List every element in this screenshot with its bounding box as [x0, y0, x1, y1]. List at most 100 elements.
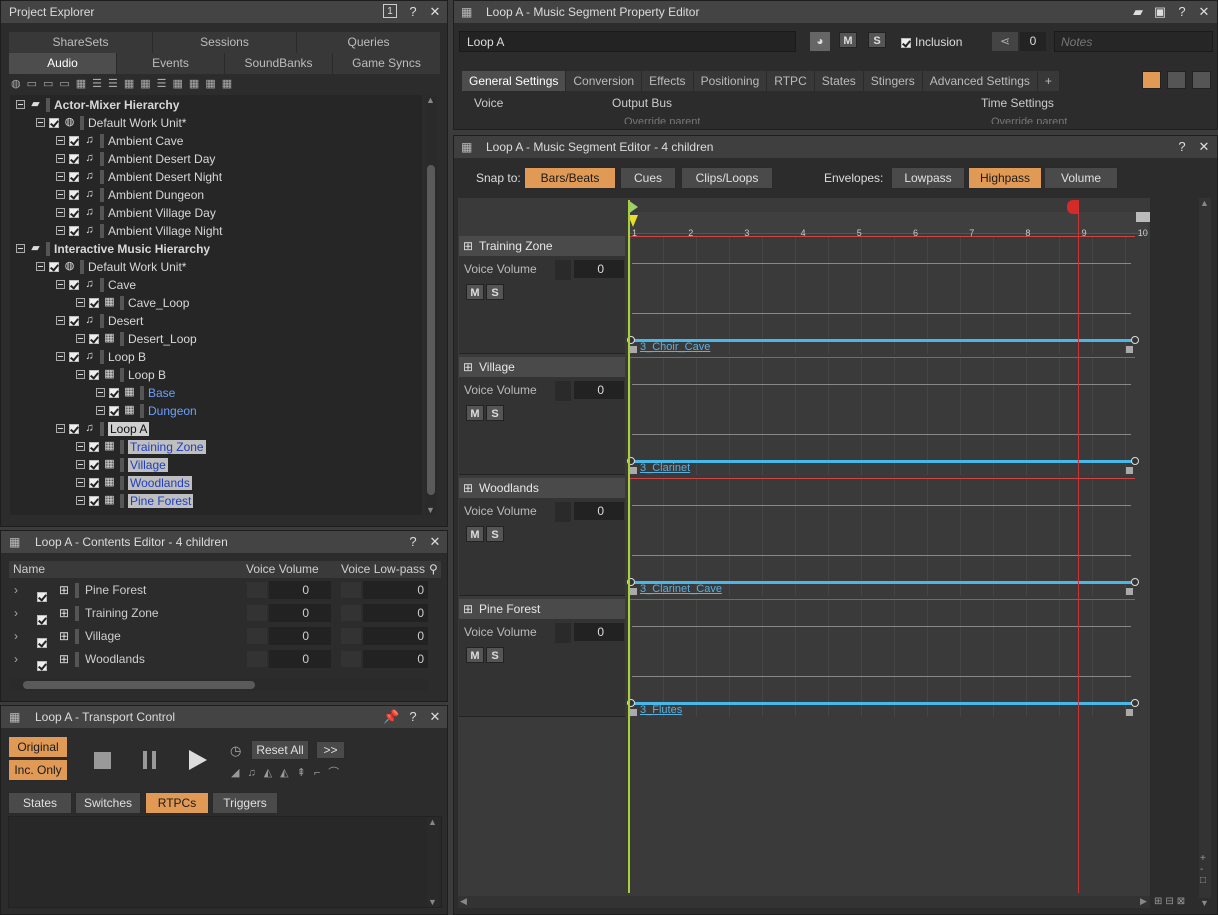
collapse-toggle-icon[interactable]	[76, 334, 85, 344]
clip-trim-left[interactable]	[630, 588, 637, 595]
volume-slider[interactable]	[555, 381, 571, 401]
voice-volume-slider[interactable]	[247, 651, 267, 667]
scroll-up-icon[interactable]: ▲	[1200, 198, 1209, 208]
envelope-lowpass-button[interactable]: Lowpass	[891, 167, 965, 189]
tree-item[interactable]: ▦ Desert_Loop	[76, 329, 197, 347]
clip-trim-left[interactable]	[630, 467, 637, 474]
tree-item[interactable]: ▦ Woodlands	[76, 473, 192, 491]
tree-item[interactable]: ♫ Loop B	[56, 347, 146, 365]
inclusion-checkbox[interactable]: Inclusion	[901, 35, 962, 49]
tab-conversion[interactable]: Conversion	[566, 71, 643, 91]
clip-end-handle[interactable]	[1131, 578, 1139, 586]
tab-game-syncs[interactable]: Game Syncs	[333, 53, 441, 74]
table-row[interactable]: › ⊞ Training Zone 0 0	[9, 602, 439, 625]
collapse-toggle-icon[interactable]	[16, 244, 25, 254]
view-mode-3-icon[interactable]	[1192, 71, 1211, 89]
mute-button[interactable]: M	[466, 405, 484, 421]
scroll-down-icon[interactable]: ▼	[426, 505, 435, 515]
contents-hscrollbar[interactable]	[9, 679, 429, 691]
inclusion-check-icon[interactable]	[89, 495, 99, 506]
tree-item[interactable]: ▰ Actor-Mixer Hierarchy	[16, 95, 179, 113]
check-icon[interactable]	[37, 660, 47, 671]
tree-item[interactable]: ▦ Loop B	[76, 365, 166, 383]
close-icon[interactable]: ✕	[1196, 4, 1212, 20]
clip-trim-left[interactable]	[630, 709, 637, 716]
inclusion-check-icon[interactable]	[109, 405, 119, 416]
clip-trim-right[interactable]	[1126, 588, 1133, 595]
inclusion-check-icon[interactable]	[89, 369, 99, 380]
mute-button[interactable]: M	[466, 284, 484, 300]
notes-field[interactable]: Notes	[1054, 31, 1213, 52]
tab-sharesets[interactable]: ShareSets	[9, 32, 153, 53]
volume-slider[interactable]	[555, 260, 571, 280]
voice-volume-slider[interactable]	[247, 628, 267, 644]
track-header[interactable]: ⊞ Pine Forest Voice Volume 0 M S	[459, 599, 625, 717]
tree-item[interactable]: ♫ Ambient Cave	[56, 131, 183, 149]
clip-name[interactable]: 3_Clarinet_Cave	[640, 583, 722, 595]
tree-item[interactable]: ◍ Default Work Unit*	[36, 257, 186, 275]
tab-general-settings[interactable]: General Settings	[462, 71, 567, 91]
tree-item[interactable]: ♫ Cave	[56, 275, 136, 293]
tree-item[interactable]: ▦ Pine Forest	[76, 491, 194, 509]
envelope-highpass-button[interactable]: Highpass	[968, 167, 1042, 189]
tree-item[interactable]: ♫ Loop A	[56, 419, 150, 437]
inclusion-check-icon[interactable]	[69, 279, 79, 290]
pause-icon[interactable]	[143, 751, 147, 769]
expand-chevron-icon[interactable]: ›	[14, 625, 18, 648]
clip-end-handle[interactable]	[1131, 457, 1139, 465]
collapse-toggle-icon[interactable]	[96, 406, 105, 416]
save-icon[interactable]: ▣	[1152, 4, 1168, 20]
scroll-down-icon[interactable]: ▼	[1200, 898, 1209, 908]
scroll-right-icon[interactable]: ▶	[1140, 896, 1147, 907]
tree-item[interactable]: ♫ Ambient Dungeon	[56, 185, 204, 203]
inclusion-check-icon[interactable]	[89, 477, 99, 488]
track-lane[interactable]: 3_Choir_Cave	[627, 236, 1139, 354]
solo-button[interactable]: S	[486, 526, 504, 542]
collapse-toggle-icon[interactable]	[36, 262, 45, 272]
inclusion-check-icon[interactable]	[69, 135, 79, 146]
tree-item[interactable]: ▦ Village	[76, 455, 168, 473]
voice-volume-value[interactable]: 0	[269, 604, 331, 622]
inc-only-button[interactable]: Inc. Only	[8, 759, 68, 781]
voice-lowpass-slider[interactable]	[341, 605, 361, 621]
view-mode-2-icon[interactable]	[1167, 71, 1186, 89]
transport-mini-icons[interactable]: ◢♫◭◭⇞⌐⌒	[231, 764, 347, 780]
tree-item[interactable]: ♫ Ambient Desert Night	[56, 167, 222, 185]
mute-button[interactable]: M	[466, 647, 484, 663]
tree-item[interactable]: ♫ Ambient Desert Day	[56, 149, 215, 167]
collapse-toggle-icon[interactable]	[76, 442, 85, 452]
mute-button[interactable]: M	[466, 526, 484, 542]
scroll-left-icon[interactable]: ◀	[460, 896, 467, 907]
voice-lowpass-value[interactable]: 0	[363, 650, 428, 668]
voice-volume-value[interactable]: 0	[269, 581, 331, 599]
tab-audio[interactable]: Audio	[9, 53, 117, 74]
voice-volume-slider[interactable]	[247, 582, 267, 598]
share-icon[interactable]: ⋖	[992, 32, 1018, 51]
tab-soundbanks[interactable]: SoundBanks	[225, 53, 333, 74]
col-name[interactable]: Name	[13, 561, 45, 578]
solo-button[interactable]: S	[486, 284, 504, 300]
col-voice-volume[interactable]: Voice Volume	[246, 561, 319, 578]
play-icon[interactable]	[189, 750, 207, 770]
collapse-toggle-icon[interactable]	[56, 208, 65, 218]
scroll-thumb[interactable]	[427, 165, 435, 495]
more-button[interactable]: >>	[316, 741, 345, 759]
inclusion-check-icon[interactable]	[89, 441, 99, 452]
table-row[interactable]: › ⊞ Pine Forest 0 0	[9, 579, 439, 602]
collapse-toggle-icon[interactable]	[56, 352, 65, 362]
check-icon[interactable]	[901, 37, 911, 48]
override-parent-label-2[interactable]: Override parent	[991, 116, 1067, 124]
solo-button[interactable]: S	[486, 405, 504, 421]
tab-sessions[interactable]: Sessions	[153, 32, 297, 53]
tab-rtpc[interactable]: RTPC	[767, 71, 815, 91]
expand-chevron-icon[interactable]: ›	[14, 648, 18, 671]
clip-name[interactable]: 3_Choir_Cave	[640, 341, 710, 353]
row-check[interactable]	[37, 654, 51, 677]
collapse-toggle-icon[interactable]	[76, 460, 85, 470]
inclusion-check-icon[interactable]	[69, 423, 79, 434]
voice-lowpass-slider[interactable]	[341, 628, 361, 644]
volume-value[interactable]: 0	[574, 260, 624, 278]
voice-lowpass-slider[interactable]	[341, 651, 361, 667]
volume-slider[interactable]	[555, 502, 571, 522]
clip-trim-right[interactable]	[1126, 467, 1133, 474]
